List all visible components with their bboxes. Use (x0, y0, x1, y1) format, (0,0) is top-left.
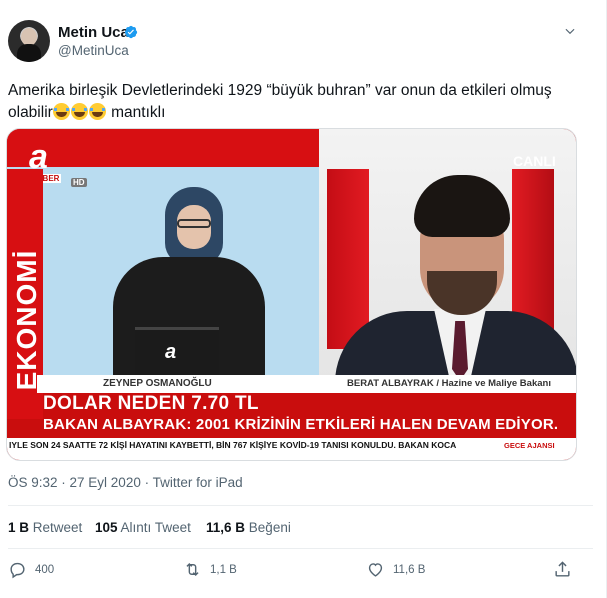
divider (8, 548, 593, 549)
divider (8, 505, 593, 506)
retweets-count: 1 B (8, 520, 30, 535)
tweet-text: Amerika birleşik Devletlerindeki 1929 “b… (8, 80, 593, 124)
retweet-button[interactable]: 1,1 B (183, 560, 237, 579)
joy-emoji-icon (52, 103, 70, 120)
heart-icon (368, 563, 383, 577)
news-ticker-text: IYLE SON 24 SAATTE 72 KİŞİ HAYATINI KAYB… (9, 440, 457, 450)
share-button[interactable] (553, 560, 572, 579)
tweet-card: Metin Uca @MetinUca Amerika birleşik Dev… (0, 0, 607, 598)
laptop-logo: a (165, 341, 177, 363)
tweet-media-image[interactable]: a HABER HD a CANLI EKONOMİ ZEYNEP OSMANO… (6, 128, 577, 461)
joy-emoji-icon (70, 103, 88, 120)
caption-guest-name: BERAT ALBAYRAK / Hazine ve Maliye Bakanı (347, 378, 551, 389)
likes-label: Beğeni (248, 520, 291, 535)
news-headline-primary: DOLAR NEDEN 7.70 TL (43, 393, 259, 414)
verified-badge-icon (124, 25, 138, 39)
tweet-timestamp[interactable]: ÖS 9:32 · 27 Eyl 2020 · Twitter for iPad (8, 475, 243, 490)
live-badge: CANLI (513, 153, 556, 169)
author-display-name[interactable]: Metin Uca (58, 24, 129, 41)
retweet-icon (186, 562, 199, 577)
tweet-text-line2-end: mantıklı (106, 104, 166, 121)
reply-button[interactable]: 400 (8, 560, 54, 579)
turkish-flag-left (327, 169, 369, 349)
reply-count: 400 (35, 563, 55, 576)
news-headline-secondary: BAKAN ALBAYRAK: 2001 KRİZİNİN ETKİLERİ H… (43, 416, 559, 433)
caption-anchor-name: ZEYNEP OSMANOĞLU (103, 378, 212, 389)
share-icon (555, 561, 570, 577)
reply-icon (10, 562, 25, 579)
tweet-text-line1: Amerika birleşik Devletlerindeki 1929 “b… (8, 82, 552, 99)
tweet-text-line2-start: olabilir (8, 104, 53, 121)
quote-tweets-label: Alıntı Tweet (120, 520, 191, 535)
retweet-count: 1,1 B (210, 563, 237, 576)
chevron-down-icon[interactable] (563, 24, 577, 38)
joy-emoji-icon (88, 103, 106, 120)
like-count: 11,6 B (393, 563, 426, 576)
retweets-label: Retweet (32, 520, 83, 535)
retweets-stat[interactable]: 1 B Retweet (8, 520, 82, 535)
laptop (135, 327, 219, 377)
quote-tweets-count: 105 (95, 520, 118, 535)
author-handle[interactable]: @MetinUca (58, 43, 129, 58)
hd-tag: HD (71, 178, 87, 187)
author-avatar[interactable] (8, 20, 50, 62)
anchor-glasses (177, 219, 211, 228)
likes-stat[interactable]: 11,6 B Beğeni (206, 520, 291, 535)
like-button[interactable]: 11,6 B (366, 560, 425, 579)
quote-tweets-stat[interactable]: 105 Alıntı Tweet (95, 520, 191, 535)
likes-count: 11,6 B (206, 520, 246, 535)
news-ticker-tag: GECE AJANSI (504, 441, 555, 450)
